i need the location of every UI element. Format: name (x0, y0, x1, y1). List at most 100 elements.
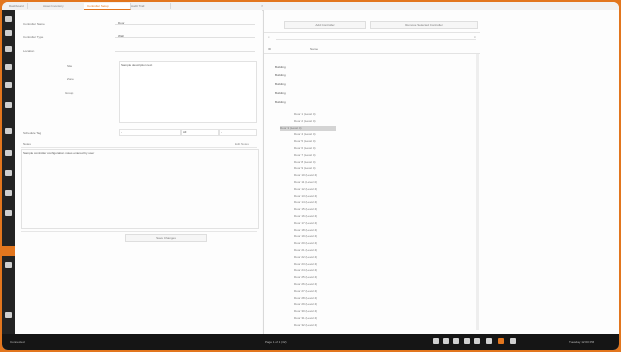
chart-icon[interactable] (5, 128, 12, 134)
add-controller-button[interactable]: Add Controller (284, 21, 366, 29)
column-header[interactable]: Name (310, 47, 318, 51)
tree-filter-input[interactable] (276, 34, 476, 40)
tree-leaf[interactable]: Door 11 (Level 4) (294, 180, 336, 185)
tree-leaf[interactable]: Door 25 (Level 4) (294, 275, 336, 280)
clock-icon[interactable] (5, 210, 12, 216)
tree-leaf[interactable]: Door 20 (Level 4) (294, 241, 336, 246)
location-input[interactable] (115, 47, 255, 52)
schedule-select[interactable] (181, 129, 219, 136)
mail-icon[interactable] (474, 338, 480, 344)
gear-icon[interactable] (5, 262, 12, 268)
tree-group[interactable]: Building (275, 91, 286, 96)
bell-icon[interactable] (5, 102, 12, 108)
field-label: Controller Type (23, 35, 44, 39)
tree-leaf[interactable]: Door 14 (Level 4) (294, 200, 336, 205)
notes-area[interactable] (21, 149, 259, 229)
controller-type-input[interactable] (115, 33, 255, 38)
schedule-to-input[interactable] (219, 129, 257, 136)
clear-icon[interactable]: × (474, 35, 476, 39)
tree-group[interactable]: Building (275, 82, 286, 87)
app-icon[interactable] (498, 338, 504, 344)
shield-icon[interactable] (5, 82, 12, 88)
app-icon[interactable] (510, 338, 516, 344)
tree-leaf[interactable]: Door 30 (Level 4) (294, 309, 336, 314)
sub-label: Group (65, 91, 74, 95)
search-icon[interactable]: ⌕ (268, 35, 270, 39)
sub-label: Site (67, 64, 73, 68)
tree-leaf[interactable]: Door 1 (Level 4) (294, 112, 336, 117)
connection-status: Connected (10, 340, 25, 344)
tab-asset-inventory[interactable]: Asset Inventory (40, 3, 87, 9)
tree-leaf[interactable]: Door 19 (Level 4) (294, 234, 336, 239)
user-icon[interactable] (5, 30, 12, 36)
close-tab-icon[interactable]: × (261, 3, 263, 9)
window-icon[interactable] (433, 338, 439, 344)
browser-icon[interactable] (464, 338, 470, 344)
sidebar (2, 10, 15, 334)
tree-leaf[interactable]: Door 26 (Level 4) (294, 282, 336, 287)
folder-icon[interactable] (453, 338, 459, 344)
search-icon[interactable] (443, 338, 449, 344)
tab-dashboard[interactable]: Dashboard (6, 3, 28, 9)
tree-group[interactable]: Building (275, 65, 286, 70)
tree-leaf[interactable]: Door 22 (Level 4) (294, 255, 336, 260)
tree-leaf[interactable]: Door 16 (Level 4) (294, 214, 336, 219)
tree-leaf[interactable]: Door 21 (Level 4) (294, 248, 336, 253)
field-label: Location (23, 49, 35, 53)
description-textarea[interactable] (119, 61, 257, 123)
schedule-from-input[interactable] (119, 129, 181, 136)
filter-right-value: - (221, 130, 222, 134)
tab-audit-trail[interactable]: Audit Trail (128, 3, 171, 9)
controller-name-input[interactable] (115, 20, 255, 25)
tree-leaf[interactable]: Door 24 (Level 4) (294, 268, 336, 273)
tree-leaf[interactable]: Door 9 (Level 4) (294, 166, 336, 171)
remove-controller-button[interactable]: Remove Selected Controller (370, 21, 478, 29)
tree-leaf[interactable]: Door 28 (Level 4) (294, 296, 336, 301)
controller-icon[interactable] (2, 246, 15, 256)
app-icon[interactable] (486, 338, 492, 344)
tree-leaf[interactable]: Door 23 (Level 4) (294, 262, 336, 267)
controller-type-value: Wall (118, 34, 124, 38)
save-button[interactable]: Save Changes (125, 234, 207, 242)
field-label: Schedule Tag (23, 131, 42, 135)
tree-leaf[interactable]: Door 3 (Level 4) (280, 125, 336, 131)
divider (264, 53, 480, 54)
door-icon[interactable] (5, 46, 12, 52)
tree-leaf[interactable]: Door 27 (Level 4) (294, 289, 336, 294)
tree-leaf[interactable]: Door 2 (Level 4) (294, 119, 336, 124)
tree-leaf[interactable]: Door 13 (Level 4) (294, 194, 336, 199)
sub-label: Zone (67, 77, 74, 81)
tree-leaf[interactable]: Door 29 (Level 4) (294, 302, 336, 307)
folder-icon[interactable] (5, 190, 12, 196)
tree-leaf[interactable]: Door 10 (Level 4) (294, 173, 336, 178)
tree-group[interactable]: Building (275, 73, 286, 78)
tree-leaf[interactable]: Door 18 (Level 4) (294, 228, 336, 233)
tree-leaf[interactable]: Door 31 (Level 4) (294, 316, 336, 321)
list-icon[interactable] (5, 150, 12, 156)
scrollbar[interactable] (476, 54, 479, 330)
filter-mid-value: All (183, 130, 187, 134)
logout-icon[interactable] (5, 312, 12, 318)
tree-leaf[interactable]: Door 5 (Level 4) (294, 139, 336, 144)
tree-leaf[interactable]: Door 32 (Level 4) (294, 323, 336, 328)
tab-controller-setup[interactable]: Controller Setup (84, 3, 131, 10)
tree-leaf[interactable]: Door 15 (Level 4) (294, 207, 336, 212)
column-header[interactable]: ID (268, 47, 271, 51)
camera-icon[interactable] (5, 64, 12, 70)
clock: Tuesday 12:00 PM (569, 340, 595, 344)
edit-notes-link[interactable]: Edit Notes (235, 142, 249, 146)
controller-name-value: Door (118, 21, 125, 25)
tree-leaf[interactable]: Door 7 (Level 4) (294, 153, 336, 158)
tree-group[interactable]: Building (275, 100, 286, 105)
key-icon[interactable] (5, 170, 12, 176)
controller-form: Controller Name Door Controller Type Wal… (15, 10, 262, 334)
notes-label: Notes (23, 142, 31, 146)
tree-leaf[interactable]: Door 17 (Level 4) (294, 221, 336, 226)
page-indicator: Page 1 of 1 (32) (265, 340, 287, 344)
tree-leaf[interactable]: Door 6 (Level 4) (294, 146, 336, 151)
tree-leaf[interactable]: Door 4 (Level 4) (294, 132, 336, 137)
tree-leaf[interactable]: Door 12 (Level 4) (294, 187, 336, 192)
divider (264, 32, 480, 33)
home-icon[interactable] (5, 16, 12, 22)
tree-leaf[interactable]: Door 8 (Level 4) (294, 160, 336, 165)
